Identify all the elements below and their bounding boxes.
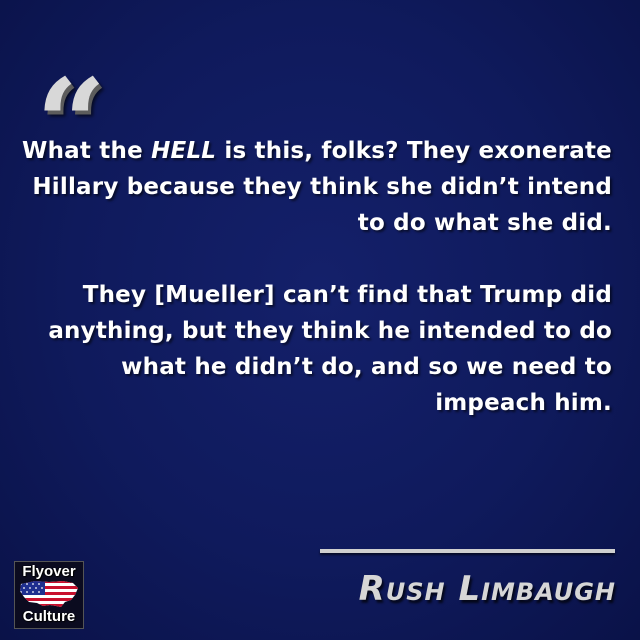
quote-paragraph-2: They [Mueller] can’t find that Trump did… <box>48 282 612 416</box>
logo-text-bottom: Culture <box>22 608 76 625</box>
quote-card: “ What the HELL is this, folks? They exo… <box>0 0 640 640</box>
quote-emphasis: HELL <box>151 138 217 164</box>
logo-text-top: Flyover <box>22 563 76 580</box>
quote-body: What the HELL is this, folks? They exone… <box>22 133 612 421</box>
quote-paragraph-1: What the HELL is this, folks? They exone… <box>22 133 612 241</box>
quote-text-segment: What the <box>22 138 152 164</box>
quote-author: Rush Limbaugh <box>358 569 616 609</box>
divider <box>320 549 615 553</box>
flyover-culture-logo: Flyover Culture <box>14 561 84 629</box>
